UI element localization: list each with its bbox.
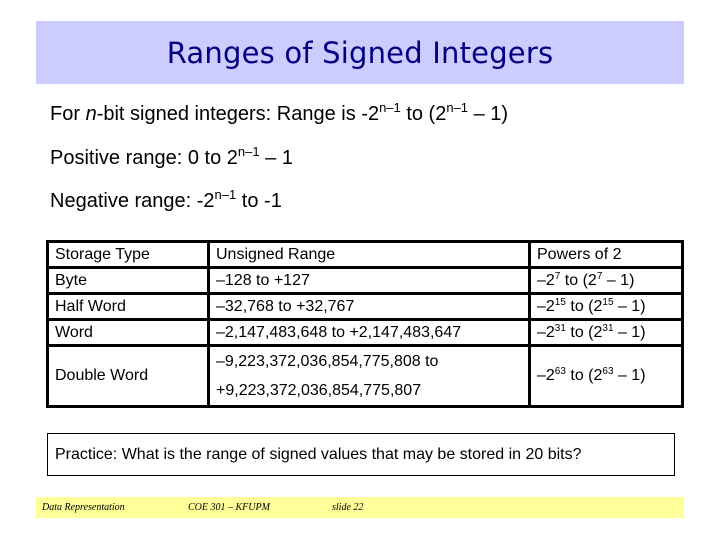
exponent: 63 — [602, 366, 614, 377]
exponent: n–1 — [379, 100, 401, 115]
slide-footer: Data Representation COE 301 – KFUPM slid… — [36, 497, 684, 518]
cell-type: Double Word — [46, 344, 210, 408]
table-row: Word –2,147,483,648 to +2,147,483,647 –2… — [46, 318, 684, 347]
text: to (2 — [560, 271, 597, 289]
text: –2 — [537, 271, 555, 289]
text: –2 — [537, 297, 555, 315]
text: to (2 — [565, 367, 603, 384]
text: to (2 — [400, 103, 447, 125]
cell-range: –128 to +127 — [207, 266, 531, 295]
text: – 1) — [613, 323, 646, 341]
text: to (2 — [565, 297, 603, 315]
table-header-row: Storage Type Unsigned Range Powers of 2 — [46, 240, 684, 269]
text: – 1) — [613, 367, 646, 384]
text: – 1) — [468, 103, 509, 125]
title-banner: Ranges of Signed Integers — [36, 21, 684, 84]
exponent: 15 — [554, 296, 566, 308]
practice-question-box: Practice: What is the range of signed va… — [47, 433, 675, 476]
cell-range: –2,147,483,648 to +2,147,483,647 — [207, 318, 531, 347]
text: to -1 — [236, 190, 282, 212]
cell-type: Byte — [46, 266, 210, 295]
cell-powers: –263 to (263 – 1) — [528, 344, 684, 408]
cell-powers: –27 to (27 – 1) — [528, 266, 684, 295]
text: – 1 — [259, 147, 293, 169]
range-line-2: +9,223,372,036,854,775,807 — [216, 382, 422, 399]
exponent: n–1 — [446, 100, 469, 115]
header-unsigned-range: Unsigned Range — [207, 240, 531, 269]
text: Negative range: -2 — [50, 190, 215, 212]
footer-topic: Data Representation — [42, 502, 125, 513]
cell-range: –9,223,372,036,854,775,808 to +9,223,372… — [207, 344, 531, 408]
cell-type: Word — [46, 318, 210, 347]
exponent: n–1 — [237, 144, 260, 159]
bullet-negative-range: Negative range: -2n–1 to -1 — [50, 187, 282, 213]
exponent: 31 — [602, 322, 614, 334]
range-line-1: –9,223,372,036,854,775,808 to — [216, 353, 439, 370]
exponent: 31 — [554, 322, 566, 334]
text: to (2 — [565, 323, 603, 341]
exponent: n–1 — [214, 187, 237, 202]
cell-type: Half Word — [46, 292, 210, 321]
bullet-range-definition: For n-bit signed integers: Range is -2n–… — [50, 100, 509, 126]
text: -bit signed integers: Range is -2 — [96, 103, 380, 125]
text: –2 — [537, 323, 555, 341]
text: – 1) — [613, 297, 646, 315]
text: –2 — [537, 367, 555, 384]
ranges-table: Storage Type Unsigned Range Powers of 2 … — [46, 240, 684, 408]
table-row: Half Word –32,768 to +32,767 –215 to (21… — [46, 292, 684, 321]
table-row: Byte –128 to +127 –27 to (27 – 1) — [46, 266, 684, 295]
cell-powers: –231 to (231 – 1) — [528, 318, 684, 347]
exponent: 15 — [602, 296, 614, 308]
text: – 1) — [602, 271, 635, 289]
practice-question: Practice: What is the range of signed va… — [55, 445, 582, 463]
exponent: 63 — [554, 366, 566, 377]
footer-slide-number: slide 22 — [332, 502, 364, 513]
cell-powers: –215 to (215 – 1) — [528, 292, 684, 321]
slide-title: Ranges of Signed Integers — [166, 35, 554, 70]
cell-range: –32,768 to +32,767 — [207, 292, 531, 321]
header-powers-of-2: Powers of 2 — [528, 240, 684, 269]
footer-course: COE 301 – KFUPM — [188, 502, 270, 513]
table-row: Double Word –9,223,372,036,854,775,808 t… — [46, 344, 684, 408]
text: For — [50, 103, 86, 125]
text: Positive range: 0 to 2 — [50, 147, 238, 169]
header-storage-type: Storage Type — [46, 240, 210, 269]
bullet-positive-range: Positive range: 0 to 2n–1 – 1 — [50, 144, 293, 170]
italic-n: n — [85, 103, 97, 125]
